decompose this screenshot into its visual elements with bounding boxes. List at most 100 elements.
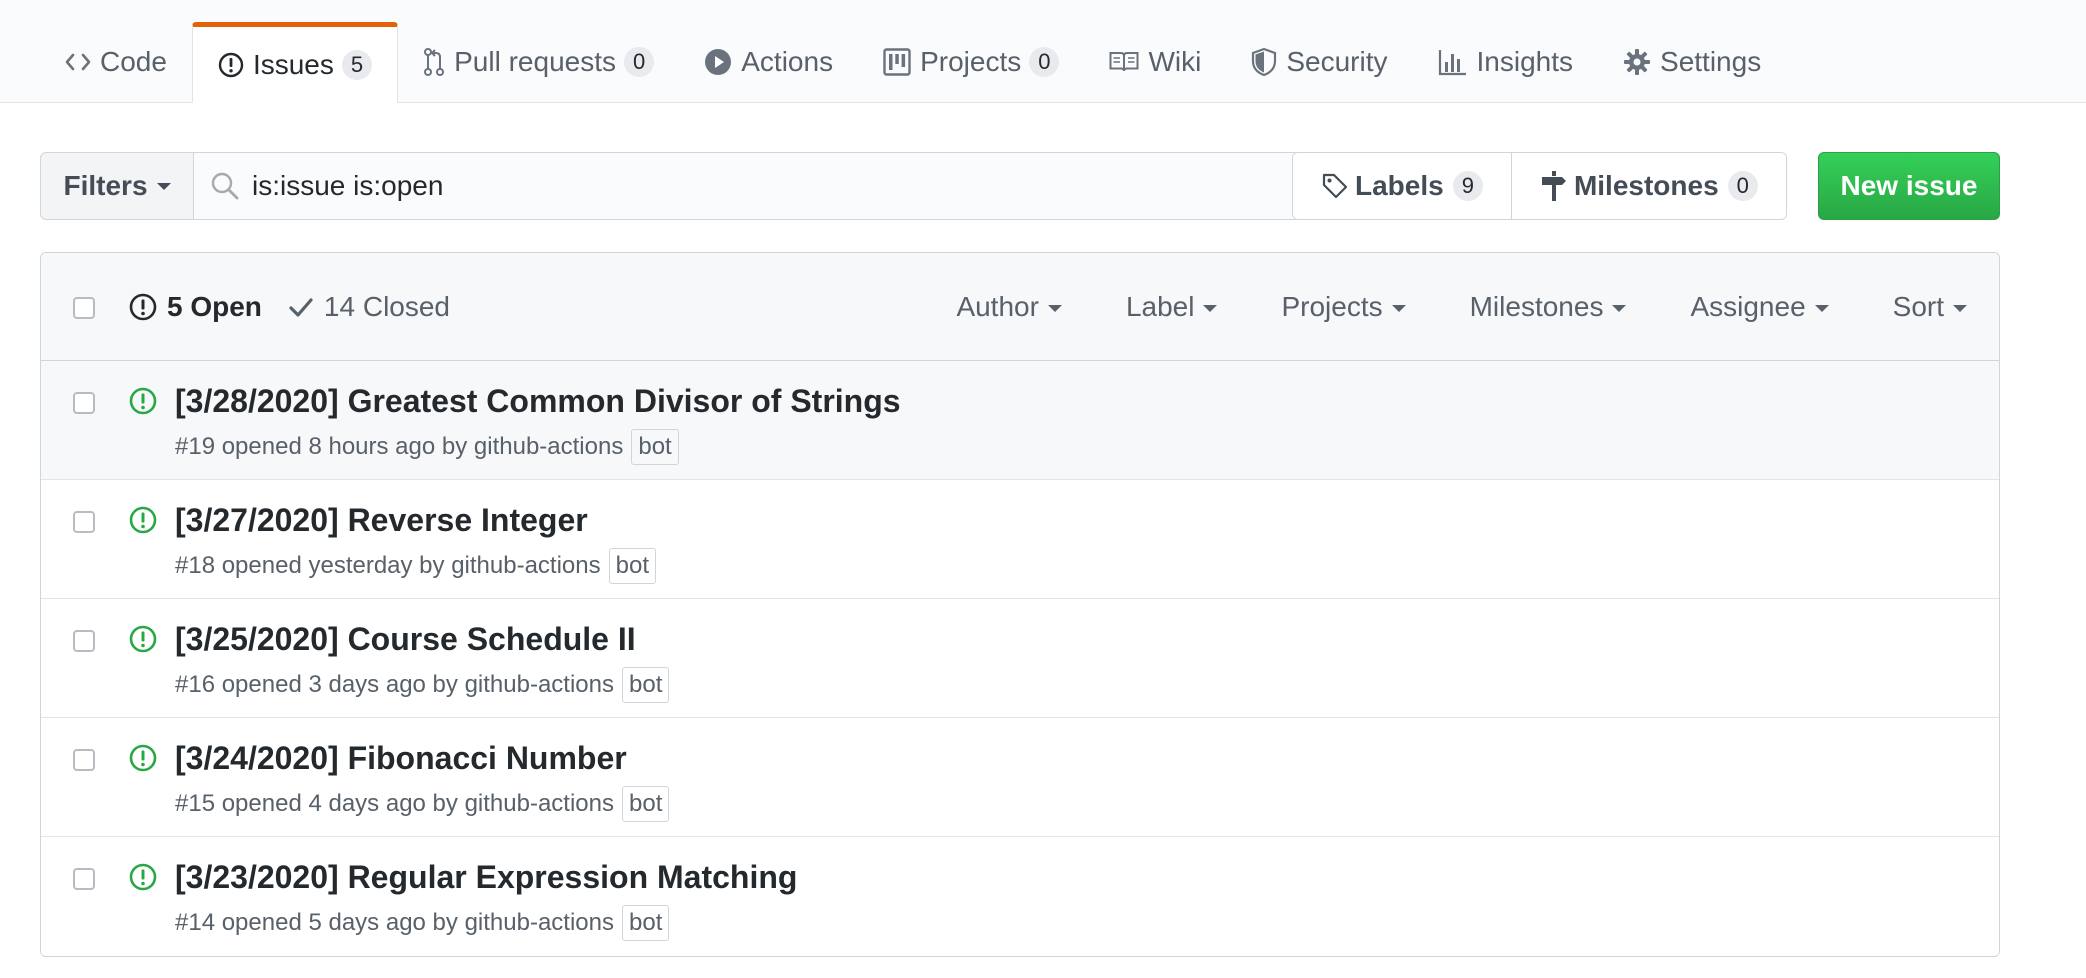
- issue-row: [3/25/2020] Course Schedule II #16 opene…: [41, 599, 1999, 718]
- milestone-icon: [1540, 170, 1568, 202]
- issues-count-badge: 5: [341, 49, 373, 80]
- projects-count-badge: 0: [1029, 47, 1060, 77]
- issue-meta-text: #19 opened 8 hours ago by github-actions: [175, 433, 624, 460]
- filter-label: Author: [956, 291, 1039, 322]
- tab-label: Projects: [920, 46, 1022, 77]
- check-icon: [288, 296, 314, 318]
- bot-badge: bot: [608, 548, 656, 584]
- issue-meta-text: #18 opened yesterday by github-actions: [175, 552, 601, 579]
- tab-wiki[interactable]: Wiki: [1084, 22, 1226, 102]
- issues-subnav: Filters Labels 9 Milestones 0 New issue: [40, 152, 2000, 220]
- issue-meta: #16 opened 3 days ago by github-actions b…: [175, 667, 670, 703]
- caret-down-icon: [1612, 305, 1627, 313]
- caret-down-icon: [156, 182, 171, 190]
- issue-opened-icon: [129, 387, 157, 415]
- git-pull-request-icon: [423, 47, 445, 77]
- caret-down-icon: [1814, 305, 1829, 313]
- search-box: [193, 152, 1300, 220]
- caret-down-icon: [1047, 305, 1062, 313]
- tab-actions[interactable]: Actions: [679, 22, 858, 102]
- assignee-filter-dropdown[interactable]: Assignee: [1690, 291, 1829, 323]
- issue-checkbox[interactable]: [73, 749, 95, 771]
- tab-insights[interactable]: Insights: [1413, 22, 1599, 102]
- search-icon: [210, 171, 240, 201]
- issue-title-link[interactable]: [3/28/2020] Greatest Common Divisor of S…: [175, 383, 901, 420]
- project-icon: [883, 48, 911, 76]
- issue-checkbox[interactable]: [73, 630, 95, 652]
- issue-meta: #14 opened 5 days ago by github-actions b…: [175, 905, 670, 941]
- issue-title-link[interactable]: [3/25/2020] Course Schedule II: [175, 621, 636, 658]
- issue-title-link[interactable]: [3/24/2020] Fibonacci Number: [175, 740, 627, 777]
- issue-row: [3/28/2020] Greatest Common Divisor of S…: [41, 361, 1999, 480]
- caret-down-icon: [1391, 305, 1406, 313]
- tab-label: Actions: [741, 46, 834, 77]
- list-filter-dropdowns: Author Label Projects Milestones Assigne…: [892, 253, 1967, 361]
- milestones-label: Milestones: [1573, 170, 1719, 201]
- filter-label: Sort: [1892, 291, 1944, 322]
- milestones-button[interactable]: Milestones 0: [1510, 153, 1786, 219]
- issue-meta-text: #15 opened 4 days ago by github-actions: [175, 790, 614, 817]
- tab-label: Pull requests: [454, 46, 616, 77]
- bot-badge: bot: [622, 667, 670, 703]
- issue-meta-text: #14 opened 5 days ago by github-actions: [175, 909, 614, 936]
- tab-pull-requests[interactable]: Pull requests 0: [398, 22, 679, 102]
- issue-title-link[interactable]: [3/23/2020] Regular Expression Matching: [175, 859, 797, 896]
- tab-label: Insights: [1476, 46, 1574, 77]
- issues-list: 5 Open 14 Closed Author Label Projects M…: [40, 252, 2000, 957]
- open-issues-link[interactable]: 5 Open: [129, 291, 262, 323]
- graph-icon: [1438, 48, 1468, 76]
- tab-label: Issues: [252, 48, 334, 80]
- closed-issues-label: 14 Closed: [323, 291, 451, 322]
- tab-code[interactable]: Code: [40, 22, 192, 102]
- issues-list-header: 5 Open 14 Closed Author Label Projects M…: [41, 253, 1999, 361]
- issue-meta-text: #16 opened 3 days ago by github-actions: [175, 671, 614, 698]
- caret-down-icon: [1203, 305, 1218, 313]
- issue-opened-icon: [129, 863, 157, 891]
- tab-security[interactable]: Security: [1226, 22, 1412, 102]
- sort-dropdown[interactable]: Sort: [1893, 291, 1967, 323]
- repo-tabs: Code Issues 5 Pull requests 0 Actions Pr…: [40, 22, 1786, 103]
- tab-label: Security: [1286, 46, 1388, 77]
- issue-checkbox[interactable]: [73, 392, 95, 414]
- issue-meta: #18 opened yesterday by github-actions bo…: [175, 548, 656, 584]
- issue-opened-icon: [129, 506, 157, 534]
- book-icon: [1109, 51, 1139, 73]
- caret-down-icon: [1953, 305, 1967, 313]
- tab-issues[interactable]: Issues 5: [191, 22, 399, 103]
- issue-checkbox[interactable]: [73, 868, 95, 890]
- labels-button[interactable]: Labels 9: [1293, 153, 1511, 219]
- projects-filter-dropdown[interactable]: Projects: [1281, 291, 1406, 323]
- labels-milestones-group: Labels 9 Milestones 0: [1292, 152, 1787, 220]
- open-issues-label: 5 Open: [167, 291, 262, 322]
- tab-projects[interactable]: Projects 0: [858, 22, 1084, 102]
- issue-opened-icon: [218, 52, 244, 78]
- tab-label: Settings: [1660, 46, 1762, 77]
- filter-label: Milestones: [1469, 291, 1604, 322]
- play-icon: [704, 48, 732, 76]
- closed-issues-link[interactable]: 14 Closed: [288, 291, 450, 323]
- issue-checkbox[interactable]: [73, 511, 95, 533]
- filters-dropdown-button[interactable]: Filters: [40, 152, 194, 220]
- issue-state-toggle: 5 Open 14 Closed: [129, 253, 476, 361]
- filter-label: Assignee: [1690, 291, 1806, 322]
- issue-opened-icon: [129, 744, 157, 772]
- select-all-checkbox[interactable]: [73, 297, 95, 319]
- issue-opened-icon: [129, 293, 157, 321]
- issue-meta: #15 opened 4 days ago by github-actions b…: [175, 786, 670, 822]
- filter-label: Label: [1125, 291, 1195, 322]
- milestones-filter-dropdown[interactable]: Milestones: [1470, 291, 1627, 323]
- label-filter-dropdown[interactable]: Label: [1126, 291, 1218, 323]
- labels-count-badge: 9: [1452, 171, 1483, 201]
- tab-settings[interactable]: Settings: [1598, 22, 1786, 102]
- bot-badge: bot: [622, 905, 670, 941]
- search-input[interactable]: [250, 169, 1154, 203]
- issue-row: [3/24/2020] Fibonacci Number #15 opened …: [41, 718, 1999, 837]
- shield-icon: [1251, 47, 1277, 77]
- filters-label: Filters: [63, 170, 148, 201]
- tab-label: Code: [100, 46, 167, 77]
- labels-label: Labels: [1355, 170, 1444, 201]
- new-issue-button[interactable]: New issue: [1818, 152, 2000, 220]
- bot-badge: bot: [622, 786, 670, 822]
- author-filter-dropdown[interactable]: Author: [956, 291, 1062, 323]
- issue-title-link[interactable]: [3/27/2020] Reverse Integer: [175, 502, 588, 539]
